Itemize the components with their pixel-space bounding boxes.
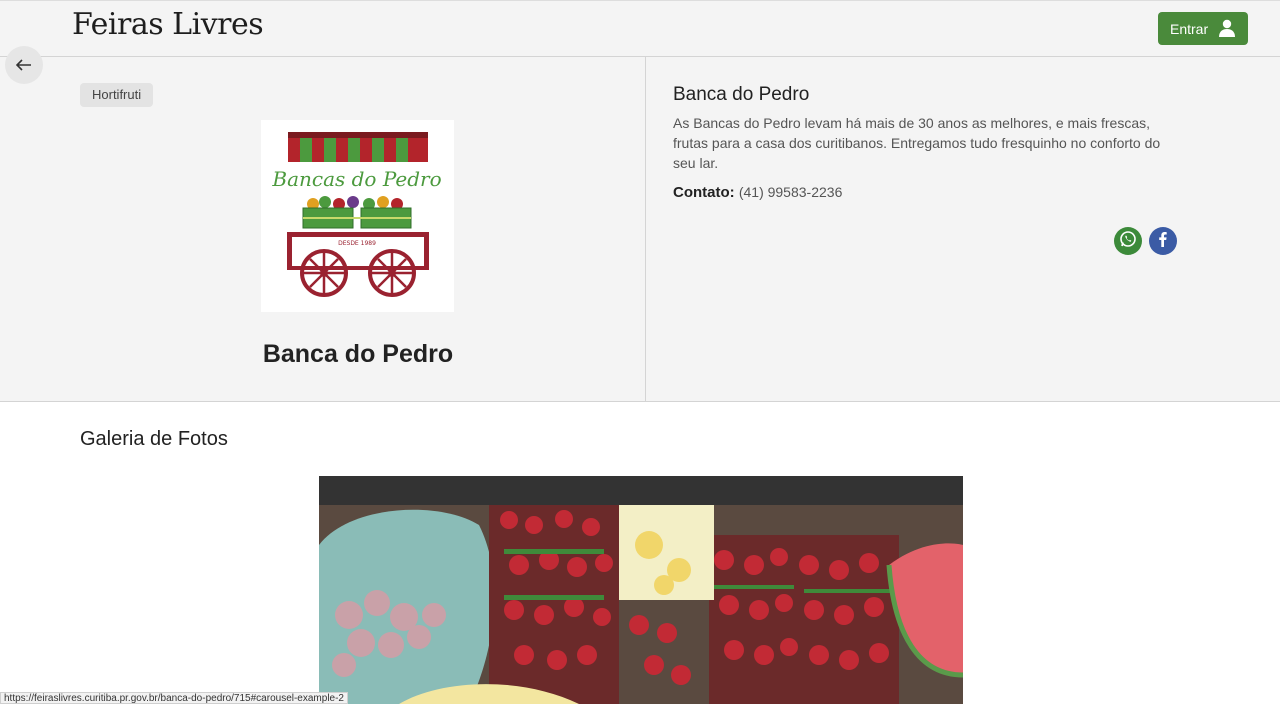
logo-text: Bancas do Pedro — [271, 167, 441, 191]
stand-name-heading: Banca do Pedro — [262, 340, 454, 368]
stand-summary: Hortifruti Bancas do Pedro DESDE 1989 Ba… — [0, 57, 646, 401]
facebook-icon — [1156, 231, 1170, 252]
status-bar-url: https://feiraslivres.curitiba.pr.gov.br/… — [0, 692, 348, 704]
gallery-heading: Galeria de Fotos — [80, 428, 228, 450]
photo-carousel[interactable] — [319, 476, 963, 704]
facebook-button[interactable] — [1149, 227, 1177, 255]
contact-label: Contato: — [673, 184, 735, 201]
whatsapp-icon — [1119, 230, 1137, 253]
contact-phone: (41) 99583-2236 — [738, 184, 843, 200]
login-button[interactable]: Entrar — [1158, 12, 1248, 45]
brand-logo[interactable]: Feiras Livres — [72, 7, 264, 42]
details-title: Banca do Pedro — [673, 84, 810, 105]
logo-since-text: DESDE 1989 — [338, 240, 376, 247]
stand-details: Banca do Pedro As Bancas do Pedro levam … — [647, 57, 1280, 401]
stand-logo: Bancas do Pedro DESDE 1989 — [261, 120, 454, 312]
carousel-photo — [319, 505, 963, 704]
stand-description: As Bancas do Pedro levam há mais de 30 a… — [673, 115, 1161, 171]
user-icon — [1217, 18, 1237, 41]
back-arrow-icon — [15, 55, 32, 76]
stand-info-section: Hortifruti Bancas do Pedro DESDE 1989 Ba… — [0, 57, 1280, 402]
site-header: Feiras Livres Entrar — [0, 0, 1280, 57]
contact-info: Contato: (41) 99583-2236 — [673, 184, 842, 201]
back-button[interactable] — [5, 46, 43, 84]
login-label: Entrar — [1170, 20, 1209, 37]
category-tag[interactable]: Hortifruti — [80, 83, 154, 107]
whatsapp-button[interactable] — [1114, 227, 1142, 255]
